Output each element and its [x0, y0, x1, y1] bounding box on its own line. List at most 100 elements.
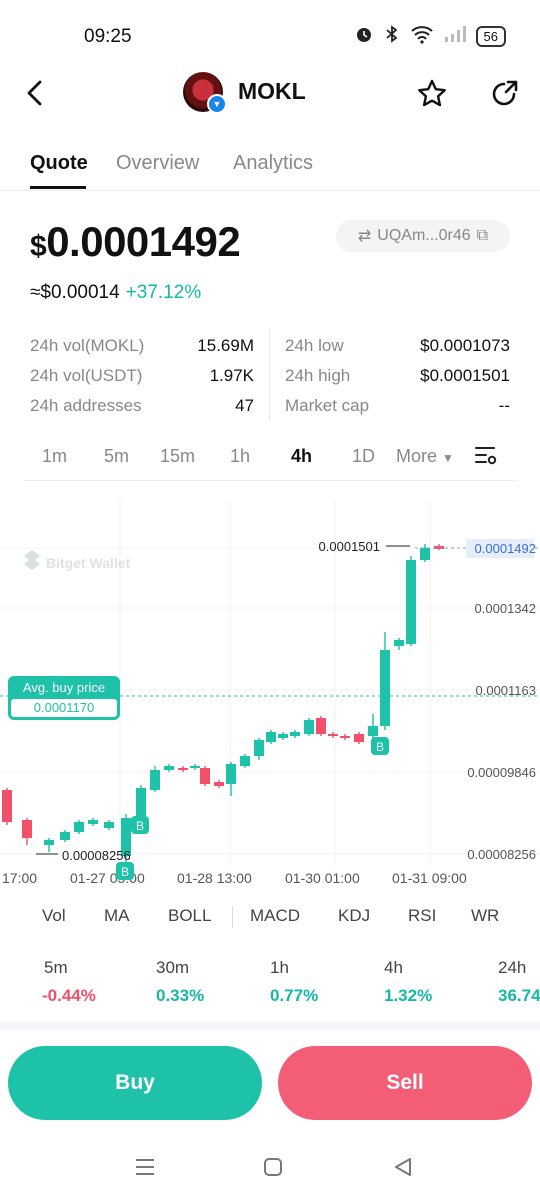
- menu-icon[interactable]: [134, 1156, 156, 1178]
- battery-indicator: 56: [475, 26, 506, 47]
- chart-settings-icon[interactable]: [474, 445, 498, 472]
- stat-label: 24h vol(MOKL): [30, 336, 145, 355]
- stat-value: 47: [235, 396, 254, 415]
- candlestick-chart[interactable]: Bitget Wallet Avg. buy price 0.0001170 0…: [0, 500, 540, 895]
- copy-icon[interactable]: ⧉: [477, 227, 488, 245]
- timeframe-5m[interactable]: 5m: [104, 446, 129, 467]
- candle: [266, 732, 276, 742]
- swap-icon: ⇄: [357, 228, 372, 245]
- change-value: 1.32%: [384, 986, 433, 1005]
- stat-value: $0.0001501: [420, 366, 510, 385]
- favorite-star-icon[interactable]: [416, 78, 448, 115]
- timeframe-15m[interactable]: 15m: [160, 446, 195, 467]
- candle: [328, 734, 338, 736]
- indicator-wr[interactable]: WR: [471, 906, 499, 926]
- candle: [200, 768, 210, 784]
- timeframe-1m[interactable]: 1m: [42, 446, 67, 467]
- x-tick: 17:00: [2, 870, 37, 886]
- stat-value: 15.69M: [197, 336, 254, 355]
- home-icon[interactable]: [262, 1156, 284, 1178]
- contract-address-pill[interactable]: ⇄ UQAm...0r46 ⧉: [336, 220, 510, 252]
- timeframe-4h[interactable]: 4h: [291, 446, 312, 467]
- candle: [240, 756, 250, 766]
- candle: [226, 764, 236, 784]
- y-tick: 0.0001492: [475, 541, 536, 556]
- price-subline: ≈$0.00014 +37.12%: [30, 282, 201, 304]
- svg-text:B: B: [136, 819, 144, 833]
- candle: [290, 732, 300, 736]
- timeframe-more[interactable]: More ▼: [396, 446, 454, 467]
- sell-button[interactable]: Sell: [278, 1046, 532, 1120]
- buy-marker: B: [131, 816, 149, 834]
- candle: [340, 736, 350, 738]
- candle: [214, 782, 224, 786]
- timeframe-divider: [24, 480, 518, 481]
- system-nav-bar: [0, 1140, 540, 1200]
- header: ▼ MOKL: [0, 70, 540, 130]
- price-change: +37.12%: [125, 282, 202, 303]
- tab-active-indicator: [30, 186, 86, 189]
- candle: [368, 726, 378, 736]
- status-time: 09:25: [84, 26, 132, 47]
- indicator-macd[interactable]: MACD: [250, 906, 300, 926]
- indicator-ma[interactable]: MA: [104, 906, 130, 926]
- candle: [380, 650, 390, 726]
- candle: [74, 822, 84, 832]
- avg-buy-label: Avg. buy price: [23, 680, 105, 695]
- timeframe-1h[interactable]: 1h: [230, 446, 250, 467]
- change-period: 24h: [498, 958, 527, 977]
- candle: [316, 718, 326, 734]
- stat-label: 24h vol(USDT): [30, 366, 143, 385]
- share-icon[interactable]: [488, 78, 520, 115]
- stat-label: 24h low: [285, 336, 344, 355]
- y-tick: 0.0001342: [475, 601, 536, 616]
- candle: [178, 768, 188, 770]
- candle: [22, 820, 32, 838]
- y-tick: 0.0001163: [476, 683, 537, 698]
- change-value: 36.74: [498, 986, 540, 1005]
- change-value: 0.77%: [270, 986, 319, 1005]
- tab-overview[interactable]: Overview: [116, 152, 199, 175]
- candle: [420, 548, 430, 560]
- x-tick: 01-30 01:00: [285, 870, 360, 886]
- x-tick: 01-31 09:00: [392, 870, 467, 886]
- tab-bar: Quote Overview Analytics: [0, 140, 540, 191]
- timeframe-1d[interactable]: 1D: [352, 446, 375, 467]
- change-value: -0.44%: [42, 986, 96, 1005]
- contract-address: UQAm...0r46: [377, 227, 471, 244]
- candle: [406, 560, 416, 644]
- tab-analytics[interactable]: Analytics: [233, 152, 313, 175]
- change-value: 0.33%: [156, 986, 205, 1005]
- high-label: 0.0001501: [319, 539, 380, 554]
- alarm-icon: [354, 24, 374, 49]
- tab-quote[interactable]: Quote: [30, 152, 88, 175]
- back-button[interactable]: [20, 78, 50, 108]
- back-nav-icon[interactable]: [392, 1156, 414, 1178]
- low-label: 0.00008256: [62, 848, 131, 863]
- stats-divider: [269, 328, 270, 420]
- candle: [60, 832, 70, 840]
- avg-buy-value: 0.0001170: [34, 700, 95, 715]
- candle: [278, 734, 288, 738]
- x-tick: 01-28 13:00: [177, 870, 252, 886]
- section-separator: [0, 1022, 540, 1030]
- token-title: MOKL: [238, 78, 306, 104]
- current-price: $0.0001492: [30, 218, 241, 265]
- candle: [164, 766, 174, 770]
- candle: [304, 720, 314, 734]
- svg-text:B: B: [121, 865, 129, 879]
- wifi-icon: [410, 24, 434, 49]
- stat-label: 24h addresses: [30, 396, 142, 415]
- signal-icon: [444, 25, 466, 48]
- buy-button[interactable]: Buy: [8, 1046, 262, 1120]
- candle: [354, 734, 364, 742]
- approx-price: ≈$0.00014: [30, 282, 120, 303]
- indicator-kdj[interactable]: KDJ: [338, 906, 370, 926]
- candle: [394, 640, 404, 646]
- indicator-vol[interactable]: Vol: [42, 906, 66, 926]
- status-bar: 09:25 56: [0, 0, 540, 70]
- candle: [44, 840, 54, 845]
- bluetooth-icon: [384, 24, 400, 49]
- indicator-boll[interactable]: BOLL: [168, 906, 211, 926]
- indicator-rsi[interactable]: RSI: [408, 906, 436, 926]
